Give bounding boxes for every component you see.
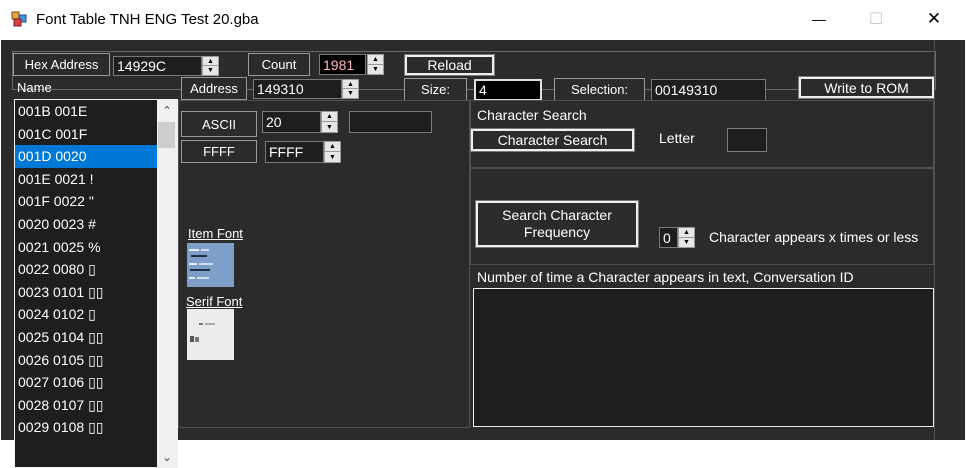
list-scrollbar[interactable]: ⌃ ⌄ (157, 100, 177, 467)
spin-down-icon[interactable]: ▼ (325, 152, 340, 162)
scroll-thumb[interactable] (158, 122, 175, 148)
list-item[interactable]: 001B 001E (15, 100, 177, 123)
spin-up-icon[interactable]: ▲ (325, 142, 340, 152)
hex-address-spinner[interactable]: ▲ ▼ (202, 56, 219, 76)
spin-up-icon[interactable]: ▲ (322, 112, 337, 122)
maximize-button[interactable]: ☐ (853, 0, 899, 38)
list-item[interactable]: 001E 0021 ! (15, 168, 177, 191)
close-button[interactable]: ✕ (911, 0, 957, 38)
list-item[interactable]: 0024 0102 ▯ (15, 303, 177, 326)
list-item[interactable]: 001C 001F (15, 123, 177, 146)
selection-input[interactable]: 00149310 (651, 79, 766, 101)
letter-input[interactable] (727, 128, 767, 152)
character-search-button[interactable]: Character Search (470, 128, 635, 152)
close-icon: ✕ (926, 9, 942, 28)
scroll-down-icon[interactable]: ⌄ (157, 449, 177, 465)
list-item[interactable]: 0021 0025 % (15, 236, 177, 259)
spin-up-icon[interactable]: ▲ (679, 228, 694, 238)
serif-font-preview (187, 309, 234, 360)
frequency-input[interactable]: 0 (659, 227, 678, 248)
address-input[interactable]: 149310 (253, 79, 342, 99)
spin-down-icon[interactable]: ▼ (343, 89, 358, 98)
character-search-title: Character Search (477, 107, 587, 123)
list-item[interactable]: 0028 0107 ▯▯ (15, 394, 177, 417)
item-font-link[interactable]: Item Font (188, 226, 243, 241)
write-to-rom-button[interactable]: Write to ROM (798, 76, 935, 99)
title-bar: Font Table TNH ENG Test 20.gba — ☐ ✕ (0, 0, 966, 40)
count-spinner[interactable]: ▲ ▼ (367, 54, 384, 75)
character-list[interactable]: 001B 001E 001C 001F 001D 0020 001E 0021 ! 00… (14, 99, 178, 468)
reload-button[interactable]: Reload (404, 54, 495, 76)
item-font-preview (187, 243, 234, 287)
ascii-label: ASCII (181, 111, 257, 137)
ffff-label: FFFF (181, 140, 257, 163)
size-label: Size: (404, 78, 467, 101)
list-item[interactable]: 001D 0020 (15, 145, 177, 168)
spin-up-icon[interactable]: ▲ (203, 57, 218, 66)
ffff-input[interactable]: FFFF (265, 141, 324, 163)
address-spinner[interactable]: ▲ ▼ (342, 79, 359, 99)
list-item[interactable]: 0026 0105 ▯▯ (15, 349, 177, 372)
right-divider (934, 40, 935, 440)
name-header: Name (17, 80, 52, 95)
maximize-icon: ☐ (868, 11, 884, 28)
spin-up-icon[interactable]: ▲ (368, 55, 383, 65)
minimize-icon: — (812, 11, 826, 27)
frequency-hint: Character appears x times or less (709, 229, 919, 245)
spin-down-icon[interactable]: ▼ (679, 238, 694, 248)
spin-down-icon[interactable]: ▼ (203, 66, 218, 75)
ffff-spinner[interactable]: ▲ ▼ (324, 141, 341, 163)
app-icon (11, 11, 27, 27)
search-frequency-button[interactable]: Search Character Frequency (475, 200, 639, 248)
list-item[interactable]: 0027 0106 ▯▯ (15, 371, 177, 394)
spin-up-icon[interactable]: ▲ (343, 80, 358, 89)
ascii-spinner[interactable]: ▲ ▼ (321, 111, 338, 133)
list-item[interactable]: 0020 0023 # (15, 213, 177, 236)
minimize-button[interactable]: — (796, 0, 842, 38)
list-item[interactable]: 0023 0101 ▯▯ (15, 281, 177, 304)
letter-label: Letter (659, 130, 695, 146)
list-items: 001B 001E 001C 001F 001D 0020 001E 0021 ! 00… (15, 100, 177, 439)
address-label: Address (181, 77, 247, 100)
results-textbox[interactable] (473, 288, 934, 427)
ascii-input[interactable]: 20 (262, 111, 321, 133)
list-item[interactable]: 001F 0022 " (15, 190, 177, 213)
client-area: Hex Address 14929C ▲ ▼ Count 1981 ▲ ▼ Re… (1, 40, 965, 468)
window-title: Font Table TNH ENG Test 20.gba (36, 11, 259, 28)
spin-down-icon[interactable]: ▼ (322, 122, 337, 132)
ascii-char-input[interactable] (349, 111, 432, 133)
list-item[interactable]: 0029 0108 ▯▯ (15, 416, 177, 439)
serif-font-link[interactable]: Serif Font (186, 294, 242, 309)
frequency-spinner[interactable]: ▲ ▼ (678, 227, 695, 248)
spin-down-icon[interactable]: ▼ (368, 65, 383, 75)
results-header: Number of time a Character appears in te… (477, 269, 854, 285)
list-item[interactable]: 0022 0080 ▯ (15, 258, 177, 281)
count-input[interactable]: 1981 (319, 54, 366, 75)
hex-address-label: Hex Address (13, 53, 110, 76)
list-item[interactable]: 0025 0104 ▯▯ (15, 326, 177, 349)
hex-address-input[interactable]: 14929C (113, 56, 202, 76)
count-label: Count (248, 53, 310, 76)
size-input[interactable]: 4 (474, 79, 542, 101)
scroll-up-icon[interactable]: ⌃ (157, 102, 177, 118)
selection-label: Selection: (554, 78, 645, 101)
